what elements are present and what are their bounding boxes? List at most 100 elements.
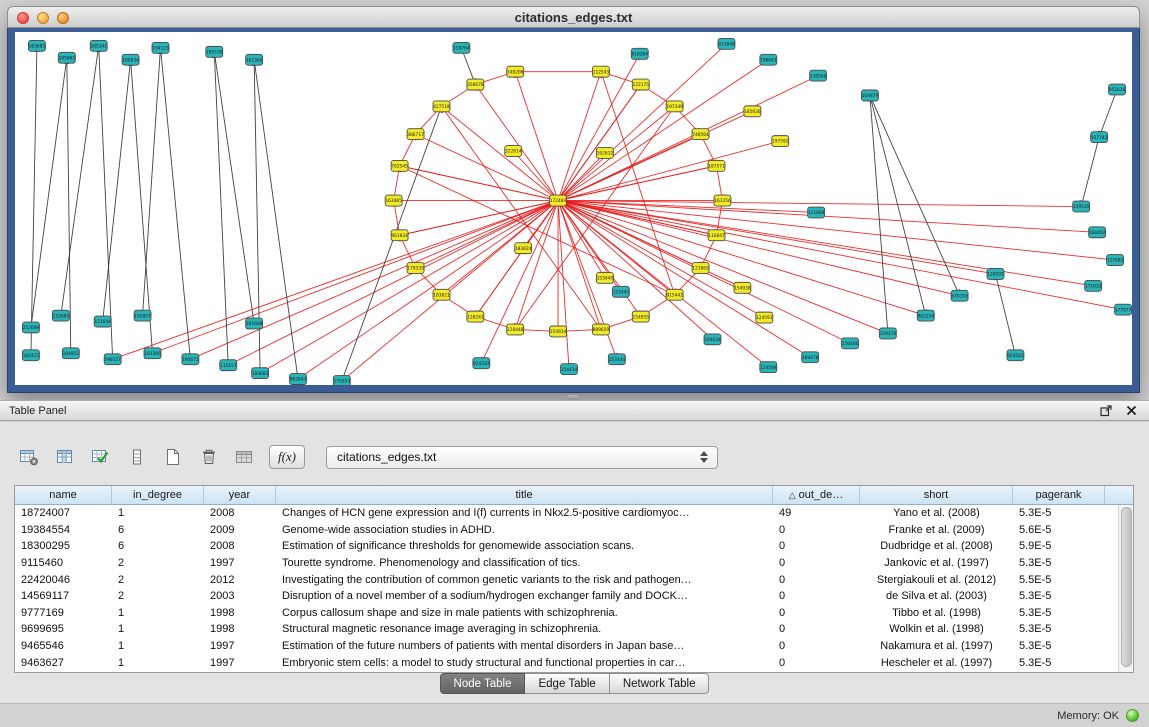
graph-node[interactable]: 112543 bbox=[592, 66, 609, 77]
graph-node[interactable]: 195672 bbox=[182, 354, 199, 365]
table-source-dropdown[interactable]: citations_edges.txt bbox=[326, 446, 718, 469]
tab-edge-table[interactable]: Edge Table bbox=[525, 673, 609, 694]
zoom-window-button[interactable] bbox=[57, 12, 69, 24]
graph-node[interactable]: 915442 bbox=[666, 289, 683, 300]
table-row[interactable]: 946554611997Estimation of the future num… bbox=[15, 638, 1118, 655]
graph-node[interactable]: 102422 bbox=[22, 350, 39, 361]
graph-node[interactable]: 124592 bbox=[987, 268, 1004, 279]
graph-node[interactable]: 101305 bbox=[144, 348, 161, 359]
column-header-name[interactable]: name bbox=[15, 486, 112, 504]
graph-node[interactable]: 194123 bbox=[152, 42, 169, 53]
scrollbar-thumb[interactable] bbox=[1121, 507, 1132, 667]
graph-node[interactable]: 183024 bbox=[515, 243, 532, 254]
graph-node[interactable]: 322014 bbox=[505, 146, 522, 157]
graph-node[interactable]: 818304 bbox=[631, 48, 648, 59]
graph-node[interactable]: 590157 bbox=[104, 354, 121, 365]
graph-node[interactable]: 163465 bbox=[385, 195, 402, 206]
graph-node[interactable]: 169478 bbox=[802, 352, 819, 363]
graph-node[interactable]: 187571 bbox=[708, 160, 725, 171]
graph-node[interactable]: 962843 bbox=[290, 374, 307, 385]
graph-node[interactable]: 175853 bbox=[333, 376, 350, 385]
graph-node[interactable]: 161366 bbox=[246, 54, 263, 65]
graph-node[interactable]: 748504 bbox=[692, 129, 709, 140]
table-row[interactable]: 1830029562008Estimation of significance … bbox=[15, 538, 1118, 555]
graph-node[interactable]: 350678 bbox=[467, 79, 484, 90]
graph-node[interactable]: 924503 bbox=[473, 358, 490, 369]
minimize-window-button[interactable] bbox=[37, 12, 49, 24]
graph-node[interactable]: 184634 bbox=[704, 334, 721, 345]
graph-node[interactable]: 115157 bbox=[220, 360, 237, 371]
graph-node[interactable]: 110566 bbox=[810, 70, 827, 81]
float-panel-icon[interactable] bbox=[1099, 404, 1113, 418]
graph-node[interactable]: 188634 bbox=[122, 54, 139, 65]
tab-network-table[interactable]: Network Table bbox=[610, 673, 710, 694]
graph-node[interactable]: 153445 bbox=[612, 286, 629, 297]
function-builder-button[interactable]: f(x) bbox=[269, 445, 305, 469]
graph-node[interactable]: 153444 bbox=[608, 354, 625, 365]
graph-node[interactable]: 220448 bbox=[507, 324, 524, 335]
table-row[interactable]: 1456911722003Disruption of a novel membe… bbox=[15, 588, 1118, 605]
graph-node[interactable]: 197592 bbox=[772, 136, 789, 147]
table-row[interactable]: 911546021997Tourette syndrome. Phenomeno… bbox=[15, 555, 1118, 572]
select-columns-icon[interactable] bbox=[86, 444, 115, 471]
graph-node[interactable]: 179335 bbox=[407, 263, 424, 274]
graph-node[interactable]: 809659 bbox=[592, 324, 609, 335]
close-panel-icon[interactable] bbox=[1124, 404, 1138, 418]
graph-node[interactable]: 154934 bbox=[550, 326, 567, 337]
graph-node[interactable]: 679193 bbox=[951, 290, 968, 301]
graph-node[interactable]: 961034 bbox=[391, 230, 408, 241]
graph-node[interactable]: 122175 bbox=[632, 79, 649, 90]
graph-node[interactable]: 924501 bbox=[1007, 350, 1024, 361]
graph-node[interactable]: 340200 bbox=[507, 66, 524, 77]
column-header-year[interactable]: year bbox=[204, 486, 276, 504]
graph-node[interactable]: 154938 bbox=[734, 282, 751, 293]
table-settings-icon[interactable] bbox=[14, 444, 43, 471]
graph-node[interactable]: 164879 bbox=[861, 90, 878, 101]
graph-node[interactable]: 160492 bbox=[1089, 227, 1106, 238]
graph-node[interactable]: 105530 bbox=[206, 46, 223, 57]
show-columns-icon[interactable] bbox=[50, 444, 79, 471]
graph-node[interactable]: 172404 bbox=[550, 195, 567, 206]
delete-table-icon[interactable] bbox=[194, 444, 223, 471]
graph-node[interactable]: 121068 bbox=[808, 207, 825, 218]
new-table-icon[interactable] bbox=[158, 444, 187, 471]
graph-node[interactable]: 190043 bbox=[760, 54, 777, 65]
graph-node[interactable]: 124509 bbox=[760, 362, 777, 373]
graph-node[interactable]: 171033 bbox=[1085, 280, 1102, 291]
column-header-title[interactable]: title bbox=[276, 486, 773, 504]
graph-node[interactable]: 252605 bbox=[52, 310, 69, 321]
table-row[interactable]: 1872400712008Changes of HCN gene express… bbox=[15, 505, 1118, 522]
graph-node[interactable]: 121065 bbox=[692, 263, 709, 274]
table-row[interactable]: 977716911998Corpus callosum shape and si… bbox=[15, 605, 1118, 622]
graph-node[interactable]: 153449 bbox=[596, 272, 613, 283]
column-format-icon[interactable] bbox=[122, 444, 151, 471]
graph-node[interactable]: 951626 bbox=[1109, 84, 1126, 95]
graph-node[interactable]: 104683 bbox=[252, 368, 269, 379]
graph-node[interactable]: 205341 bbox=[90, 40, 107, 51]
graph-node[interactable]: 762545 bbox=[391, 160, 408, 171]
graph-node[interactable]: 813046 bbox=[718, 38, 735, 49]
graph-node[interactable]: 177977 bbox=[1115, 304, 1132, 315]
graph-node[interactable]: 159535 bbox=[1073, 201, 1090, 212]
column-header-out_de[interactable]: △out_de… bbox=[773, 486, 860, 504]
graph-node[interactable]: 201600 bbox=[246, 318, 263, 329]
graph-node[interactable]: 185003 bbox=[58, 52, 75, 63]
graph-node[interactable]: 192057 bbox=[134, 310, 151, 321]
vertical-scrollbar[interactable] bbox=[1118, 505, 1133, 672]
import-table-icon[interactable] bbox=[230, 444, 259, 471]
column-header-short[interactable]: short bbox=[860, 486, 1013, 504]
graph-node[interactable]: 159378 bbox=[879, 328, 896, 339]
graph-node[interactable]: 427518 bbox=[433, 101, 450, 112]
graph-node[interactable]: 185036 bbox=[744, 106, 761, 117]
graph-node[interactable]: 163683 bbox=[28, 40, 45, 51]
graph-node[interactable]: 124591 bbox=[756, 312, 773, 323]
table-row[interactable]: 969969511998Structural magnetic resonanc… bbox=[15, 621, 1118, 638]
network-graph[interactable]: 1724041125431221751973497485041875711613… bbox=[15, 32, 1132, 385]
table-row[interactable]: 1938455462009Genome-wide association stu… bbox=[15, 522, 1118, 539]
table-row[interactable]: 2242004622012Investigating the contribut… bbox=[15, 571, 1118, 588]
table-row[interactable]: 946362711997Embryonic stem cells: a mode… bbox=[15, 654, 1118, 671]
graph-node[interactable]: 116047 bbox=[708, 230, 725, 241]
graph-node[interactable]: 161356 bbox=[714, 195, 731, 206]
window-titlebar[interactable]: citations_edges.txt bbox=[7, 6, 1140, 28]
graph-node[interactable]: 154434 bbox=[561, 364, 578, 375]
